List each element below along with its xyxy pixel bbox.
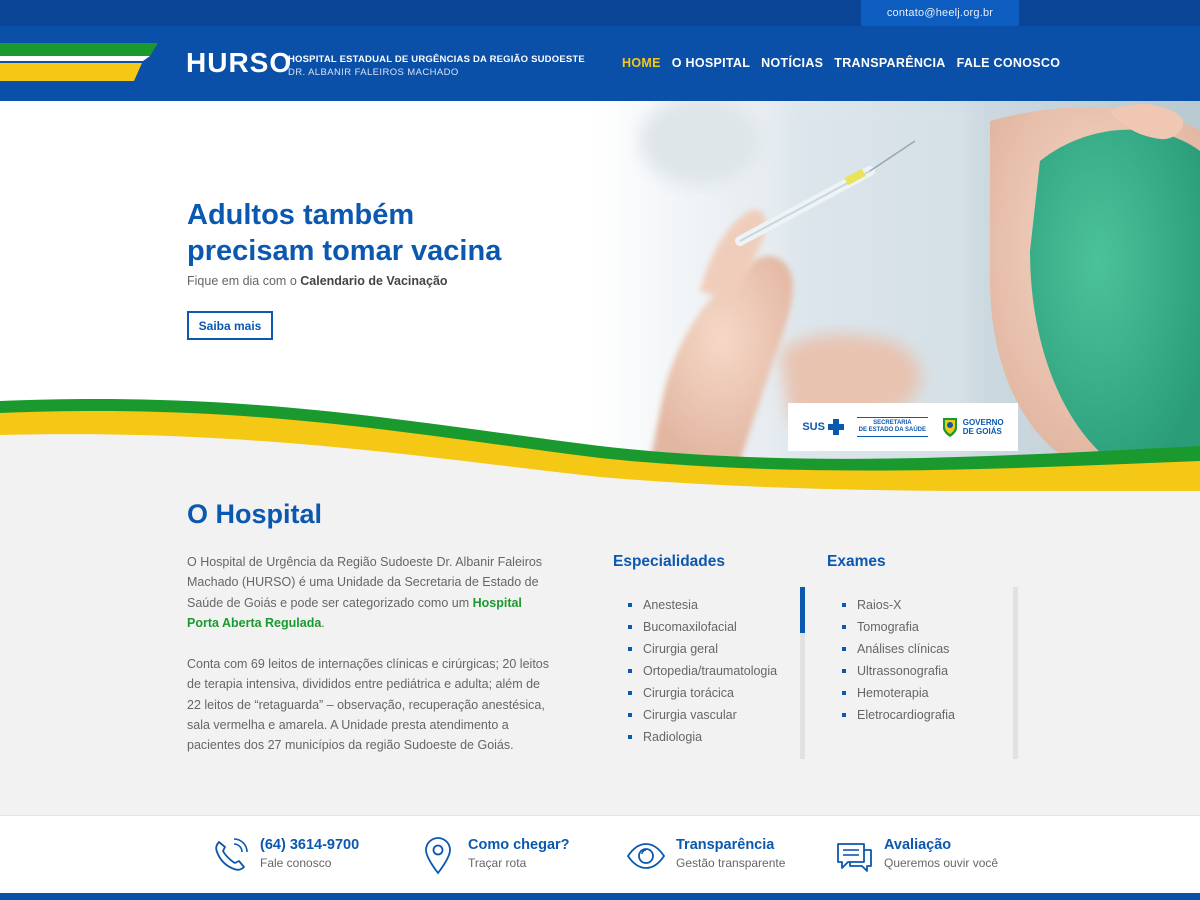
about-paragraph-1-end: . [321,615,325,630]
especialidades-scrollbar[interactable] [800,587,805,759]
secretaria-logo-line-1: SECRETARIA [873,420,912,426]
list-item[interactable]: Radiologia [628,726,777,748]
nav-transparencia[interactable]: TRANSPARÊNCIA [834,56,945,70]
eye-icon [626,843,666,869]
secretaria-logo: SECRETARIA DE ESTADO DA SAÚDE [856,417,929,437]
governo-goias-logo: GOVERNO DE GOIÁS [941,416,1004,438]
hero-title-line-1: Adultos também [187,199,415,231]
footer-directions-title: Como chegar? [468,837,570,853]
governo-logo-line-2: DE GOIÁS [962,427,1002,436]
main-nav: HOME O HOSPITAL NOTÍCIAS TRANSPARÊNCIA F… [622,56,1071,70]
secretaria-logo-line-2: DE ESTADO DA SAÚDE [858,427,927,433]
phone-icon [215,838,248,871]
hero-banner: Adultos também precisam tomar vacina Fiq… [0,101,1200,491]
hero-subtitle-text: Fique em dia com o [187,274,301,288]
hero-subtitle-link[interactable]: Calendario de Vacinação [300,274,447,288]
contact-bar: (64) 3614-9700 Fale conosco Como chegar?… [0,815,1200,893]
about-paragraph-1: O Hospital de Urgência da Região Sudoest… [187,552,557,633]
site-header: contato@heelj.org.br HURSO HOSPITAL ESTA… [0,0,1200,101]
especialidades-title: Especialidades [613,553,726,570]
footer-feedback[interactable]: Avaliação Queremos ouvir você [834,836,998,876]
footer-phone[interactable]: (64) 3614-9700 Fale conosco [210,836,359,876]
list-item[interactable]: Cirurgia vascular [628,704,777,726]
list-item[interactable]: Bucomaxilofacial [628,616,777,638]
top-strip [0,0,1200,26]
exames-scrollbar[interactable] [1013,587,1018,759]
footer-phone-sub: Fale conosco [260,856,332,870]
logo-subtitle-1: HOSPITAL ESTADUAL DE URGÊNCIAS DA REGIÃO… [288,54,585,65]
list-item[interactable]: Cirurgia geral [628,638,777,660]
governo-logo-line-1: GOVERNO [962,418,1004,427]
goias-emblem-icon [942,418,957,437]
section-title-o-hospital: O Hospital [187,499,323,529]
exames-title: Exames [827,553,886,570]
hero-subtitle: Fique em dia com o Calendario de Vacinaç… [187,274,448,288]
contact-email-link[interactable]: contato@heelj.org.br [861,0,1019,26]
government-logos: SUS SECRETARIA DE ESTADO DA SAÚDE GOVERN… [788,403,1018,451]
list-item[interactable]: Eletrocardiografia [842,704,955,726]
list-item[interactable]: Anestesia [628,594,777,616]
exames-list: Raios-X Tomografia Análises clínicas Ult… [842,594,955,726]
hero-title: Adultos também precisam tomar vacina [187,197,547,269]
list-item[interactable]: Cirurgia torácica [628,682,777,704]
sus-logo: SUS [802,419,844,435]
footer-transparency-sub: Gestão transparente [676,856,786,870]
footer-feedback-sub: Queremos ouvir você [884,856,999,870]
list-item[interactable]: Tomografia [842,616,955,638]
bottom-bar [0,893,1200,900]
saiba-mais-button[interactable]: Saiba mais [187,311,273,340]
nav-fale-conosco[interactable]: FALE CONOSCO [957,56,1061,70]
especialidades-scroll-thumb[interactable] [800,587,805,633]
flag-stripes-decoration [0,43,158,81]
footer-transparency[interactable]: Transparência Gestão transparente [626,836,785,876]
list-item[interactable]: Ultrassonografia [842,660,955,682]
hero-title-line-2: precisam tomar vacina [187,235,502,267]
sus-logo-text: SUS [802,421,825,433]
list-item[interactable]: Hemoterapia [842,682,955,704]
about-paragraph-2: Conta com 69 leitos de internações clíni… [187,657,549,753]
sus-cross-icon [827,419,844,435]
brazil-wave-decoration [0,399,1200,491]
list-item[interactable]: Raios-X [842,594,955,616]
nav-o-hospital[interactable]: O HOSPITAL [672,56,750,70]
list-item[interactable]: Ortopedia/traumatologia [628,660,777,682]
logo-name[interactable]: HURSO [186,47,292,79]
logo-subtitle-2: DR. ALBANIR FALEIROS MACHADO [288,67,459,78]
nav-home[interactable]: HOME [622,56,661,70]
footer-directions[interactable]: Como chegar? Traçar rota [418,836,570,876]
especialidades-list: Anestesia Bucomaxilofacial Cirurgia gera… [628,594,777,748]
nav-noticias[interactable]: NOTÍCIAS [761,56,823,70]
footer-feedback-title: Avaliação [884,837,952,853]
map-pin-icon [425,837,451,875]
footer-phone-title: (64) 3614-9700 [260,837,360,853]
list-item[interactable]: Análises clínicas [842,638,955,660]
footer-transparency-title: Transparência [676,837,775,853]
footer-directions-sub: Traçar rota [468,856,527,870]
chat-icon [837,843,872,872]
